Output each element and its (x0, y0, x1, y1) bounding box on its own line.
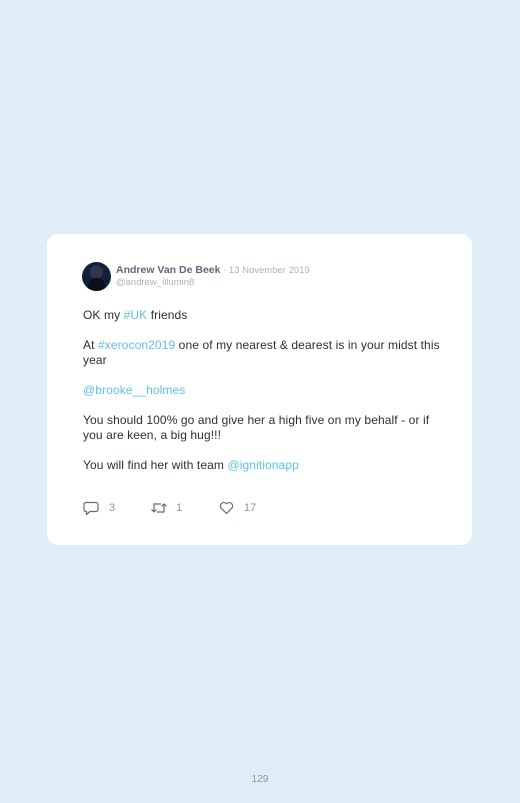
paragraph-5: You will find her with team @ignitionapp (83, 458, 443, 473)
mention-brooke[interactable]: @brooke__holmes (83, 383, 185, 397)
retweet-button[interactable]: 1 (150, 500, 182, 516)
tweet-date[interactable]: 13 November 2019 (229, 265, 310, 276)
author-handle[interactable]: @andrew_illumin8 (116, 277, 446, 289)
reply-button[interactable]: 3 (83, 500, 115, 516)
paragraph-2: At #xerocon2019 one of my nearest & dear… (83, 338, 443, 368)
avatar-body (88, 278, 105, 291)
p2-pre: At (83, 338, 98, 352)
hashtag-xerocon[interactable]: #xerocon2019 (98, 338, 175, 352)
tweet-text: OK my #UK friends At #xerocon2019 one of… (83, 308, 443, 488)
heart-icon (219, 501, 234, 515)
like-count: 17 (244, 502, 257, 514)
paragraph-1: OK my #UK friends (83, 308, 443, 323)
p5-pre: You will find her with team (83, 458, 228, 472)
avatar-head (92, 268, 101, 278)
retweet-count: 1 (176, 502, 183, 514)
tweet-header: Andrew Van De Beek · 13 November 2019 @a… (116, 264, 446, 289)
like-button[interactable]: 17 (219, 500, 256, 516)
p1-pre: OK my (83, 308, 124, 322)
mention-ignitionapp[interactable]: @ignitionapp (227, 458, 298, 472)
retweet-icon (150, 501, 168, 515)
paragraph-4: You should 100% go and give her a high f… (83, 413, 443, 443)
paragraph-3: @brooke__holmes (83, 383, 443, 398)
name-line: Andrew Van De Beek · 13 November 2019 (116, 264, 446, 277)
p4-text: You should 100% go and give her a high f… (83, 413, 430, 442)
separator: · (220, 265, 229, 276)
reply-count: 3 (109, 502, 116, 514)
author-name[interactable]: Andrew Van De Beek (116, 264, 220, 276)
page-number: 129 (251, 774, 269, 785)
reply-icon (83, 501, 99, 516)
avatar[interactable] (82, 262, 111, 291)
tweet-card: Andrew Van De Beek · 13 November 2019 @a… (47, 234, 472, 545)
hashtag-uk[interactable]: #UK (124, 308, 148, 322)
tweet-actions: 3 1 17 (83, 500, 303, 516)
p1-post: friends (147, 308, 188, 322)
